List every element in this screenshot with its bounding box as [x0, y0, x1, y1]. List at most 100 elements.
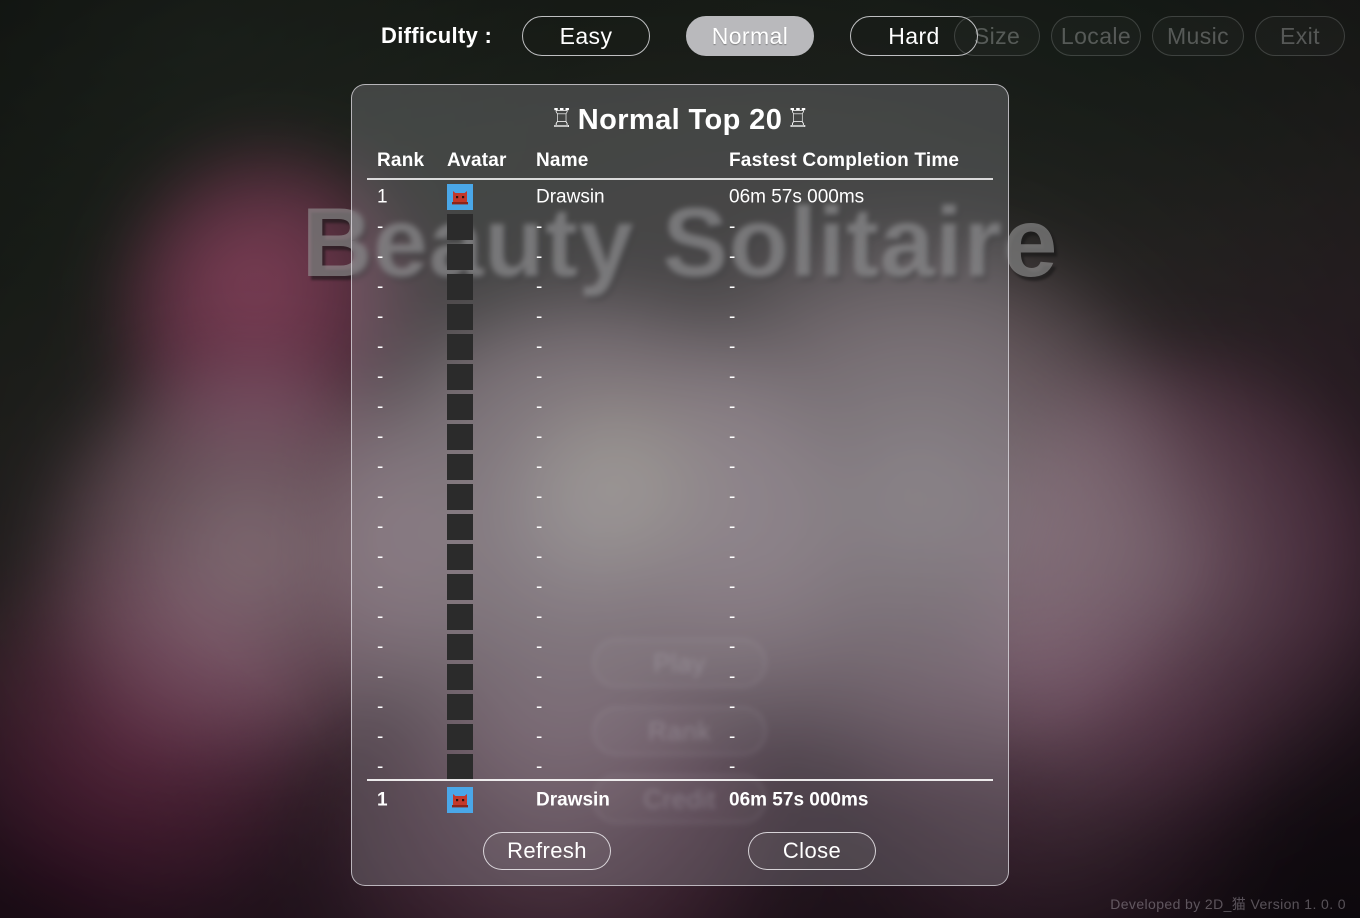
- row-rank: -: [377, 426, 384, 448]
- table-row[interactable]: ---: [0, 662, 1360, 692]
- leaderboard-rows: 1 Drawsin 06m 57s 000ms - - - - - - - - - - - - - - - - - - -…: [0, 182, 1360, 782]
- row-rank: -: [377, 336, 384, 358]
- row-avatar: [447, 604, 473, 630]
- empty-avatar-icon: [447, 214, 473, 240]
- row-avatar: [447, 184, 473, 210]
- row-avatar: [447, 304, 473, 330]
- row-avatar: [447, 424, 473, 450]
- row-rank: -: [377, 696, 384, 718]
- row-time: -: [729, 276, 736, 298]
- row-time: -: [729, 606, 736, 628]
- row-time: -: [729, 756, 736, 778]
- table-row[interactable]: ---: [0, 542, 1360, 572]
- leaderboard-title-text: Normal Top 20: [577, 104, 783, 136]
- table-row[interactable]: ---: [0, 392, 1360, 422]
- table-row[interactable]: ---: [0, 722, 1360, 752]
- empty-avatar-icon: [447, 724, 473, 750]
- empty-avatar-icon: [447, 484, 473, 510]
- row-rank: -: [377, 636, 384, 658]
- row-rank: -: [377, 516, 384, 538]
- row-time: -: [729, 366, 736, 388]
- option-button-music[interactable]: Music: [1152, 16, 1244, 56]
- row-time: -: [729, 426, 736, 448]
- empty-avatar-icon: [447, 634, 473, 660]
- row-name: -: [536, 216, 543, 238]
- top-toolbar: Difficulty : Easy Normal Hard Size Local…: [0, 0, 1360, 72]
- row-name: -: [536, 246, 543, 268]
- empty-avatar-icon: [447, 604, 473, 630]
- table-row[interactable]: ---: [0, 572, 1360, 602]
- row-rank: -: [377, 726, 384, 748]
- table-row[interactable]: ---: [0, 422, 1360, 452]
- option-button-size[interactable]: Size: [954, 16, 1040, 56]
- row-avatar: [447, 664, 473, 690]
- close-button[interactable]: Close: [748, 832, 876, 870]
- table-row[interactable]: ---: [0, 632, 1360, 662]
- row-time: -: [729, 306, 736, 328]
- developer-credit: Developed by 2D_猫 Version 1. 0. 0: [1110, 896, 1346, 912]
- empty-avatar-icon: [447, 424, 473, 450]
- row-name: -: [536, 426, 543, 448]
- option-button-exit[interactable]: Exit: [1255, 16, 1345, 56]
- column-header-name: Name: [536, 150, 589, 171]
- self-name-value: Drawsin: [536, 789, 610, 811]
- row-name: -: [536, 756, 543, 778]
- empty-avatar-icon: [447, 454, 473, 480]
- row-time: -: [729, 486, 736, 508]
- option-button-locale[interactable]: Locale: [1051, 16, 1141, 56]
- difficulty-button-normal[interactable]: Normal: [686, 16, 814, 56]
- empty-avatar-icon: [447, 514, 473, 540]
- leaderboard-actions: Refresh Close: [0, 832, 1360, 870]
- table-row[interactable]: ---: [0, 452, 1360, 482]
- game-screen: Beauty Solitaire Play Rank Credit Diffic…: [0, 0, 1360, 918]
- header-divider: [367, 178, 993, 180]
- row-time: -: [729, 726, 736, 748]
- row-time: -: [729, 246, 736, 268]
- table-row[interactable]: ---: [0, 512, 1360, 542]
- row-rank: -: [377, 276, 384, 298]
- table-row[interactable]: ---: [0, 242, 1360, 272]
- row-time: 06m 57s 000ms: [729, 186, 865, 208]
- row-time: -: [729, 456, 736, 478]
- row-avatar: [447, 364, 473, 390]
- footer-divider: [367, 779, 993, 781]
- row-time: -: [729, 666, 736, 688]
- row-avatar: [447, 394, 473, 420]
- row-avatar: [447, 484, 473, 510]
- row-time: -: [729, 516, 736, 538]
- row-avatar: [447, 544, 473, 570]
- self-avatar: [447, 787, 473, 813]
- row-rank: -: [377, 246, 384, 268]
- table-row[interactable]: ---: [0, 272, 1360, 302]
- row-name: -: [536, 636, 543, 658]
- row-time: -: [729, 336, 736, 358]
- row-name: -: [536, 306, 543, 328]
- empty-avatar-icon: [447, 664, 473, 690]
- row-rank: -: [377, 756, 384, 778]
- difficulty-button-easy[interactable]: Easy: [522, 16, 650, 56]
- row-rank: -: [377, 396, 384, 418]
- empty-avatar-icon: [447, 304, 473, 330]
- row-rank: -: [377, 456, 384, 478]
- row-rank: -: [377, 486, 384, 508]
- table-row[interactable]: ---: [0, 212, 1360, 242]
- self-rank-value: 1: [377, 789, 388, 811]
- empty-avatar-icon: [447, 574, 473, 600]
- row-name: -: [536, 456, 543, 478]
- row-avatar: [447, 334, 473, 360]
- table-row[interactable]: ---: [0, 332, 1360, 362]
- table-row[interactable]: ---: [0, 692, 1360, 722]
- table-row[interactable]: ---: [0, 482, 1360, 512]
- table-row[interactable]: ---: [0, 362, 1360, 392]
- row-name: -: [536, 576, 543, 598]
- table-row[interactable]: ---: [0, 602, 1360, 632]
- row-rank: -: [377, 366, 384, 388]
- row-name: -: [536, 516, 543, 538]
- row-name: -: [536, 726, 543, 748]
- row-rank: -: [377, 306, 384, 328]
- table-row[interactable]: 1 Drawsin 06m 57s 000ms: [0, 182, 1360, 212]
- row-name: -: [536, 396, 543, 418]
- table-row[interactable]: ---: [0, 302, 1360, 332]
- refresh-button[interactable]: Refresh: [483, 832, 611, 870]
- table-row[interactable]: ---: [0, 752, 1360, 782]
